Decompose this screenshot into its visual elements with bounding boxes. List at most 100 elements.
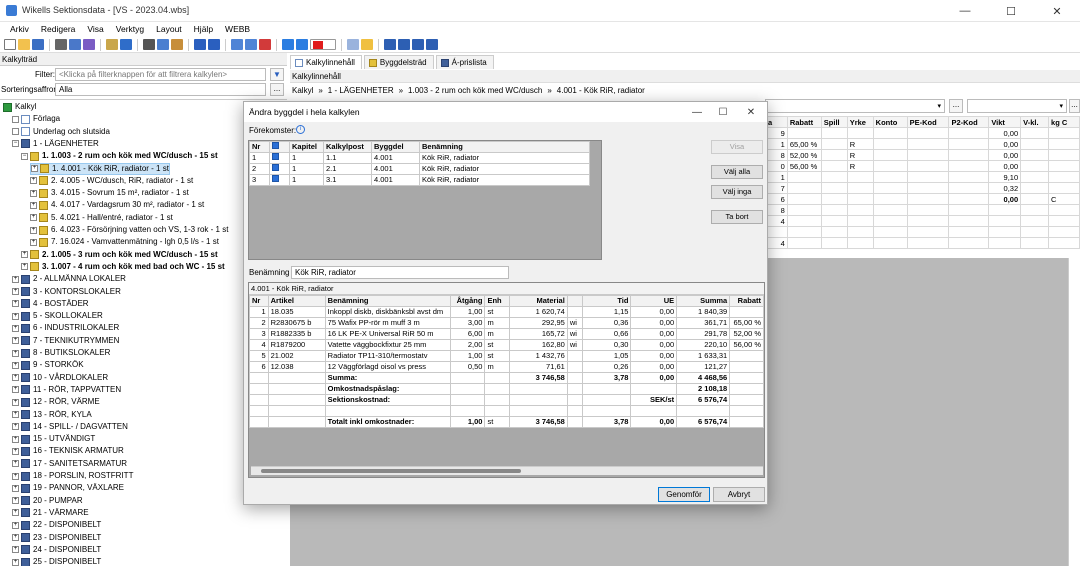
color-picker[interactable] [310, 39, 336, 50]
expand-icon[interactable]: + [12, 312, 19, 320]
tree-node[interactable]: +5 - SKOLLOKALER [12, 310, 103, 322]
tree-node[interactable]: +6. 4.023 - Försörjning vatten och VS, 1… [30, 224, 228, 236]
combo-more-button-2[interactable]: ... [1069, 99, 1080, 113]
insert-icon[interactable] [231, 39, 243, 50]
expand-icon[interactable]: + [12, 423, 19, 431]
column-header[interactable]: Kapitel [289, 141, 324, 153]
undo-icon[interactable] [194, 39, 206, 50]
tree-node[interactable]: − 1 - LÄGENHETER [12, 138, 99, 150]
expand-icon[interactable]: + [12, 546, 19, 554]
paste-icon[interactable] [171, 39, 183, 50]
tab-kalkylinnehall[interactable]: Kalkylinnehåll [290, 55, 362, 69]
table-row[interactable]: 8 52,00 % R 0,00 [765, 149, 1080, 161]
collapse-icon[interactable]: − [21, 152, 28, 160]
settings-icon[interactable] [106, 39, 118, 50]
expand-icon[interactable]: + [30, 201, 37, 209]
tree-node[interactable]: +17 - SANITETSARMATUR [12, 458, 127, 470]
breadcrumb-item[interactable]: 4.001 - Kök RiR, radiator [557, 84, 645, 97]
column-header[interactable]: Artikel [267, 295, 326, 307]
article-row[interactable]: 1 18.035 Inkoppl diskb, diskbänksbl avst d… [249, 306, 764, 318]
column-header[interactable]: Rabatt [786, 116, 822, 128]
tree-node[interactable]: +10 - VÅRDLOKALER [12, 372, 108, 384]
occurrence-row[interactable]: 3 1 3.1 4.001 Kök RiR, radiator [249, 174, 590, 186]
combo-more-button-1[interactable]: ... [949, 99, 963, 113]
expand-icon[interactable]: + [21, 263, 28, 271]
menu-visa[interactable]: Visa [81, 22, 109, 36]
expand-icon[interactable]: + [12, 275, 19, 283]
checkbox-checked-icon[interactable] [272, 142, 279, 149]
info-icon[interactable]: i [296, 125, 305, 134]
column-header[interactable]: Åtgång [449, 295, 486, 307]
select-all-button[interactable]: Välj alla [711, 165, 763, 179]
expand-icon[interactable]: + [12, 460, 19, 468]
article-row[interactable]: 6 12.038 12 Väggförlagd oisol vs press 0,50… [249, 361, 764, 373]
expand-icon[interactable]: + [12, 472, 19, 480]
expand-icon[interactable]: + [21, 251, 28, 259]
tree-node[interactable]: +15 - UTVÄNDIGT [12, 433, 95, 445]
occurrence-row[interactable]: 1 1 1.1 4.001 Kök RiR, radiator [249, 152, 590, 164]
copy-icon[interactable] [157, 39, 169, 50]
upload-icon[interactable] [412, 39, 424, 50]
layout-icon[interactable] [347, 39, 359, 50]
table-row[interactable] [765, 226, 1080, 238]
delete-icon[interactable] [259, 39, 271, 50]
combo-field-2[interactable]: ▾ [967, 99, 1067, 113]
search-icon[interactable] [426, 39, 438, 50]
apply-button[interactable]: Genomför [658, 487, 710, 502]
column-header[interactable]: Benämning [324, 295, 451, 307]
menu-layout[interactable]: Layout [150, 22, 188, 36]
name-input[interactable]: Kök RiR, radiator [291, 266, 509, 279]
close-button[interactable]: ✕ [1034, 0, 1080, 22]
menu-webb[interactable]: WEBB [219, 22, 256, 36]
column-header[interactable]: kg C [1048, 116, 1080, 128]
select-all-checkbox[interactable] [269, 141, 290, 153]
tree-node[interactable]: +4 - BOSTÄDER [12, 298, 89, 310]
column-header[interactable]: UE [630, 295, 678, 307]
column-header[interactable]: PE-Kod [906, 116, 950, 128]
expand-icon[interactable]: + [12, 411, 19, 418]
download-icon[interactable] [398, 39, 410, 50]
column-header[interactable]: Nr [249, 141, 270, 153]
checkbox-checked-icon[interactable] [272, 175, 279, 182]
table-row[interactable]: 4 [765, 237, 1080, 249]
tree-node[interactable]: +2. 1.005 - 3 rum och kök med WC/dusch -… [21, 249, 218, 261]
cut-icon[interactable] [143, 39, 155, 50]
open-icon[interactable] [18, 39, 30, 50]
column-header[interactable]: Kalkylpost [323, 141, 372, 153]
expand-icon[interactable]: + [12, 521, 19, 529]
tree-node[interactable]: +25 - DISPONIBELT [12, 556, 101, 566]
tree-node[interactable]: +18 - PORSLIN, ROSTFRITT [12, 470, 133, 482]
tree-node[interactable]: +7. 16.024 - Vamvattenmätning - lgh 0,5 … [30, 236, 219, 248]
column-header[interactable]: Konto [872, 116, 908, 128]
column-header[interactable]: Benämning [419, 141, 590, 153]
menu-redigera[interactable]: Redigera [35, 22, 82, 36]
column-header[interactable]: Nr [249, 295, 269, 307]
minimize-button[interactable]: — [942, 0, 988, 22]
tree-node[interactable]: +9 - STORKÖK [12, 359, 84, 371]
arrow-up-icon[interactable] [282, 39, 294, 50]
sort-more-button[interactable]: ... [270, 83, 284, 96]
row-checkbox[interactable] [269, 152, 290, 164]
maximize-button[interactable]: ☐ [988, 0, 1034, 22]
expand-icon[interactable]: + [12, 349, 19, 357]
expand-icon[interactable] [12, 128, 19, 136]
tree-node[interactable]: +1. 4.001 - Kök RiR, radiator - 1 st [30, 162, 170, 175]
arrow-down-icon[interactable] [296, 39, 308, 50]
sort-select[interactable]: Alla [55, 83, 266, 96]
column-header[interactable]: P2-Kod [948, 116, 990, 128]
expand-icon[interactable]: + [12, 398, 19, 406]
menu-arkiv[interactable]: Arkiv [4, 22, 35, 36]
expand-icon[interactable]: + [12, 361, 19, 369]
tree-node[interactable]: +13 - RÖR, KYLA [12, 409, 92, 421]
table-row[interactable]: 4 [765, 215, 1080, 227]
horizontal-scrollbar[interactable] [251, 466, 763, 475]
tree-node[interactable]: +12 - RÖR, VÄRME [12, 396, 100, 408]
edit-icon[interactable] [245, 39, 257, 50]
column-header[interactable]: Material [509, 295, 568, 307]
tree-node[interactable]: +20 - PUMPAR [12, 495, 83, 507]
column-header[interactable]: Enh [484, 295, 511, 307]
expand-icon[interactable]: + [30, 226, 37, 234]
expand-icon[interactable]: + [12, 484, 19, 492]
tree-node[interactable]: Kalkyl [3, 101, 36, 113]
column-header[interactable]: Summa [676, 295, 731, 307]
